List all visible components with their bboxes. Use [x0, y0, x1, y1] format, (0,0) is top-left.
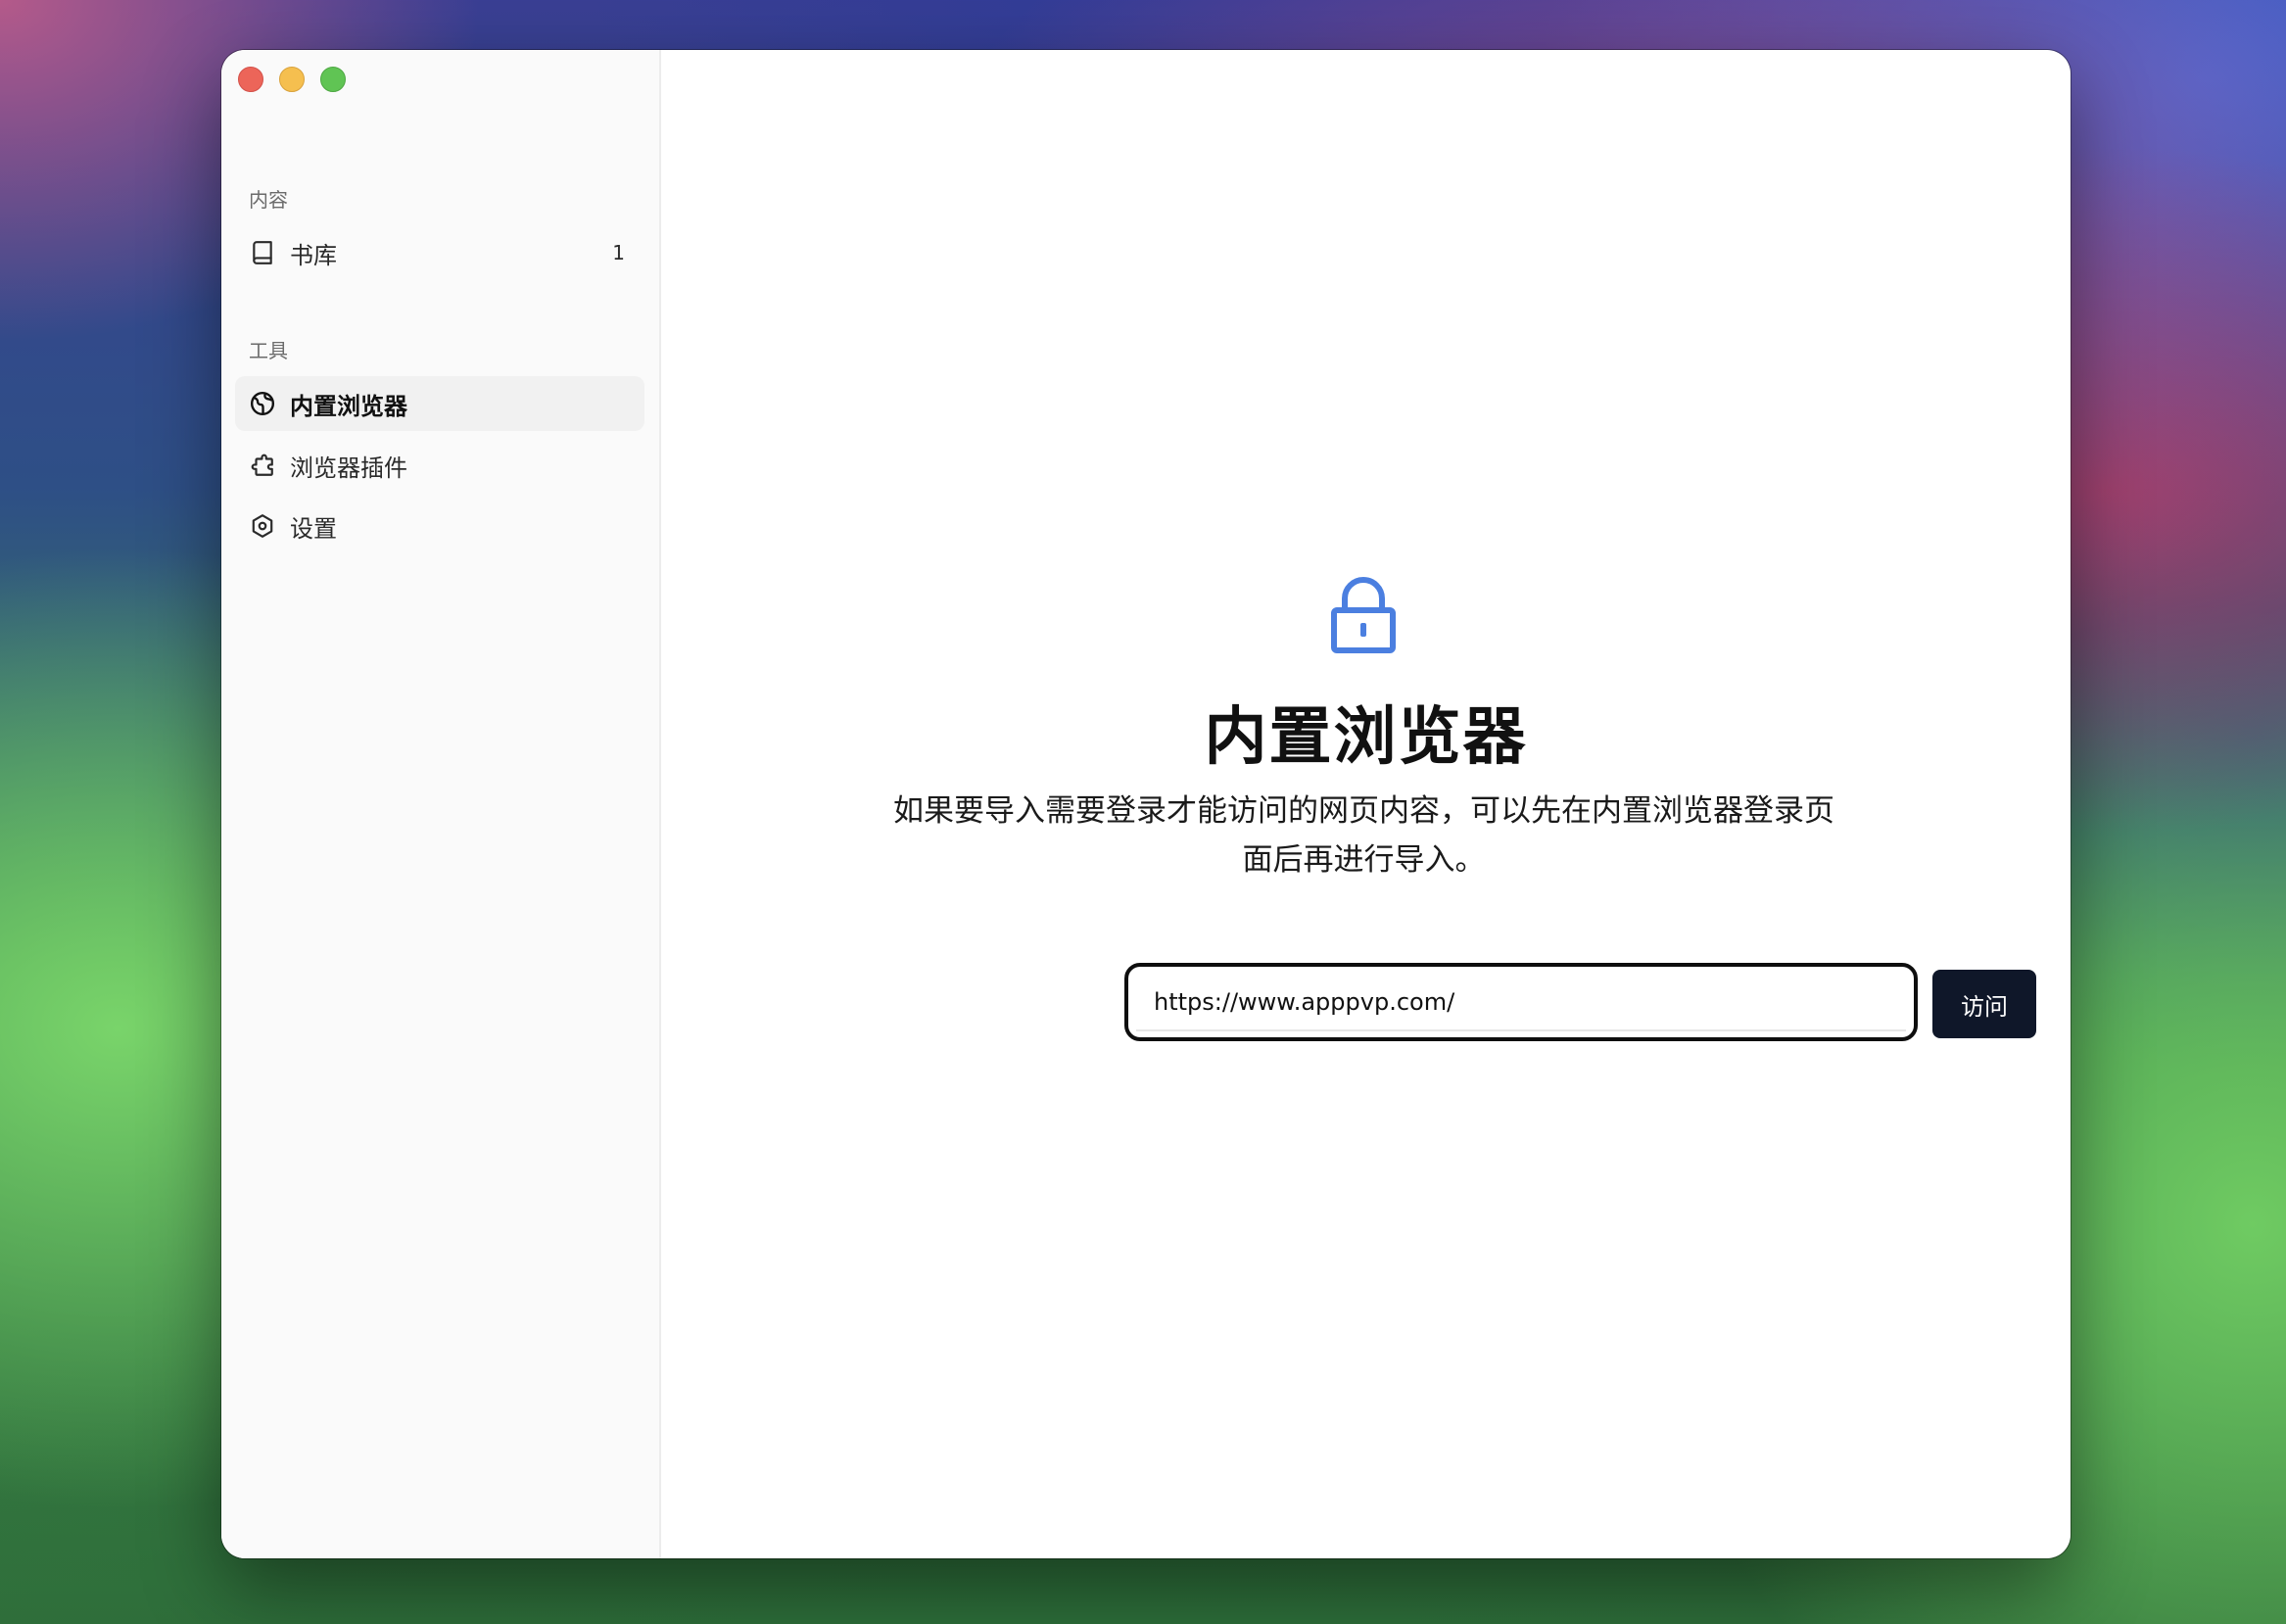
url-input-container [1124, 963, 1918, 1041]
page-description: 如果要导入需要登录才能访问的网页内容，可以先在内置浏览器登录页 面后再进行导入。 [872, 787, 1856, 884]
minimize-window-button[interactable] [279, 67, 305, 92]
sidebar-item-library[interactable]: 书库 1 [235, 225, 644, 280]
book-icon [249, 239, 276, 266]
main-content: 内置浏览器 如果要导入需要登录才能访问的网页内容，可以先在内置浏览器登录页 面后… [661, 50, 2071, 1558]
sidebar-item-label: 书库 [290, 241, 337, 269]
maximize-window-button[interactable] [320, 67, 346, 92]
page-title: 内置浏览器 [1204, 701, 1528, 774]
lock-icon [1331, 577, 1396, 653]
sidebar-section-content-title: 内容 [249, 188, 288, 212]
sidebar-item-builtin-browser[interactable]: 内置浏览器 [235, 376, 644, 431]
url-input-underline [1136, 1029, 1906, 1031]
sidebar-item-settings[interactable]: 设置 [235, 499, 644, 553]
url-input[interactable] [1128, 967, 1914, 1037]
sidebar-section-tools-title: 工具 [249, 339, 288, 362]
gear-icon [249, 512, 276, 540]
sidebar-item-label: 浏览器插件 [290, 454, 407, 482]
sidebar-item-label: 内置浏览器 [290, 392, 407, 420]
sidebar-item-browser-extension[interactable]: 浏览器插件 [235, 438, 644, 493]
sidebar: 内容 书库 1 工具 内置浏览器 浏览器插件 设置 [221, 50, 661, 1558]
globe-icon [249, 390, 276, 417]
puzzle-icon [249, 452, 276, 479]
library-count-badge: 1 [612, 241, 625, 264]
page-description-line-2: 面后再进行导入。 [1242, 842, 1486, 878]
visit-button[interactable]: 访问 [1932, 970, 2036, 1038]
app-window: 内容 书库 1 工具 内置浏览器 浏览器插件 设置 内置浏览器 如果要导入需要登… [221, 50, 2071, 1558]
close-window-button[interactable] [238, 67, 263, 92]
page-description-line-1: 如果要导入需要登录才能访问的网页内容，可以先在内置浏览器登录页 [893, 793, 1834, 829]
window-controls [238, 67, 346, 92]
sidebar-item-label: 设置 [290, 514, 337, 543]
